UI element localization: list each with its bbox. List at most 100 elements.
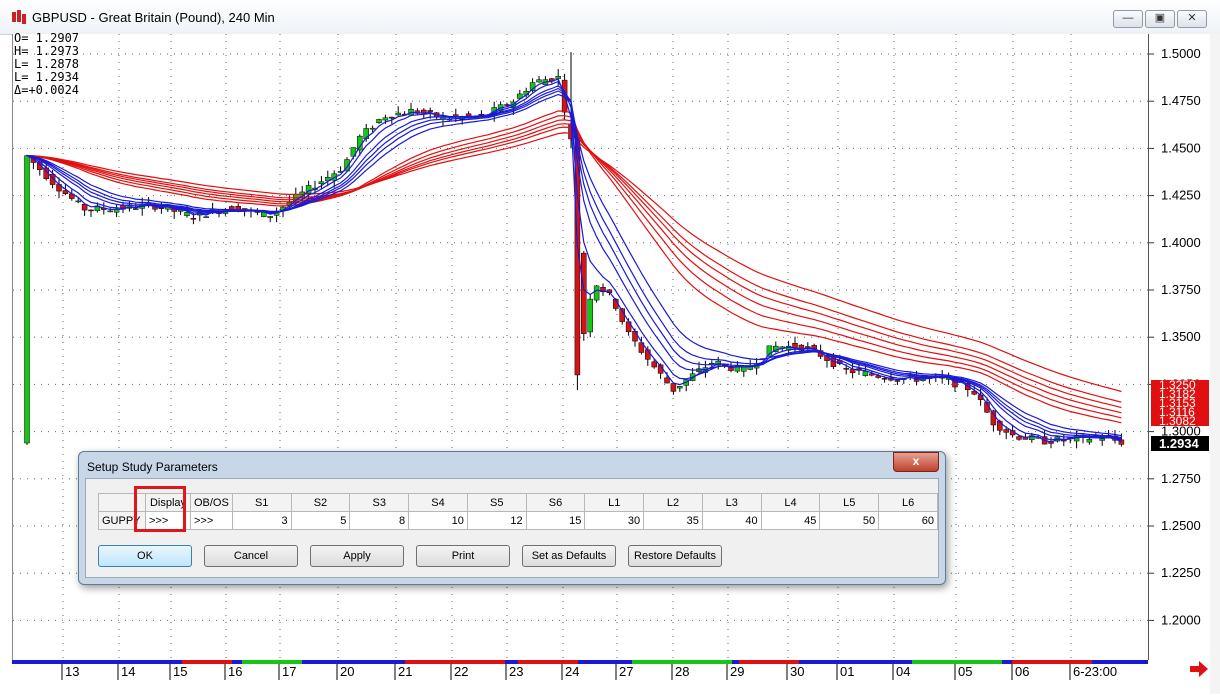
candle-body [1099,438,1105,441]
apply-button[interactable]: Apply [310,545,404,567]
candle-body [881,378,888,380]
time-tick-label: 28 [675,664,689,679]
price-tick-label: 1.2250 [1161,565,1201,580]
s6-cell[interactable]: 15 [525,511,586,530]
price-tick-label: 1.4000 [1161,235,1201,250]
candle-body [267,216,273,218]
time-tick-label: 22 [454,664,468,679]
s4-cell[interactable]: 10 [408,511,468,530]
candle-body [504,104,510,106]
restore-defaults-button[interactable]: Restore Defaults [628,545,722,567]
long-ma-line [26,115,1122,419]
candle-body [766,345,773,357]
l4-cell[interactable]: 45 [760,511,821,530]
s3-cell[interactable]: 8 [349,511,410,530]
price-tick-label: 1.4500 [1161,140,1201,155]
ok-button[interactable]: OK [98,545,192,567]
ma-value-tag-label: 1.3082 [1159,414,1196,428]
setup-study-dialog: Setup Study Parameters x Display OB/OS S… [78,451,946,585]
parameters-row-guppy: GUPPY >>> >>> 3 5 8 10 12 15 30 35 40 45… [98,511,938,530]
window-title: GBPUSD - Great Britain (Pound), 240 Min [32,10,275,25]
time-tick-label: 13 [65,664,79,679]
candle-body [632,330,638,342]
candle-body [593,285,600,301]
ohlc-change: Δ=+0.0024 [14,83,80,97]
price-tick-label: 1.3500 [1161,329,1201,344]
parameters-header-row: Display OB/OS S1 S2 S3 S4 S5 S6 L1 L2 L3… [98,493,938,512]
scroll-right-arrow-icon[interactable] [1188,660,1210,678]
time-axis-band-red [182,660,232,664]
l6-cell[interactable]: 60 [878,511,938,530]
time-tick-label: 14 [121,664,135,679]
print-button[interactable]: Print [416,545,510,567]
candle-body [357,135,363,151]
candle-body [990,410,997,426]
header-s1: S1 [231,493,292,512]
time-tick-label: 23 [509,664,523,679]
time-tick-label: 15 [173,664,187,679]
header-s5: S5 [466,493,527,512]
candle-body [536,79,542,83]
price-tick-label: 1.4250 [1161,188,1201,203]
l1-cell[interactable]: 30 [584,511,645,530]
candle-body [677,386,683,389]
time-tick-label: 6-23:00 [1073,664,1117,679]
time-tick-label: 27 [619,664,633,679]
s2-cell[interactable]: 5 [290,511,351,530]
time-axis-scale: 13 14 15 16 17 20 21 22 23 24 27 28 29 30 01 04 05 06 6-23… [12,646,1148,680]
dialog-title: Setup Study Parameters [87,460,218,474]
header-s3: S3 [349,493,410,512]
close-button[interactable]: ✕ [1177,10,1207,28]
candle-body [664,377,670,384]
s5-cell[interactable]: 12 [466,511,527,530]
candle-body [382,117,389,121]
time-tick-label: 05 [958,664,972,679]
header-l5: L5 [819,493,880,512]
time-tick-label: 17 [282,664,296,679]
candle-body [203,216,209,218]
candle-body [369,127,376,130]
candle-body [894,380,901,382]
candle-body [88,209,94,212]
candle-body [389,116,395,119]
candle-body [184,212,190,216]
candle-body [555,76,561,79]
dialog-close-button[interactable]: x [893,452,939,472]
set-as-defaults-button[interactable]: Set as Defaults [522,545,616,567]
cancel-button[interactable]: Cancel [204,545,298,567]
title-bar: GBPUSD - Great Britain (Pound), 240 Min … [0,0,1220,35]
display-column-highlight [134,486,186,532]
l2-cell[interactable]: 35 [643,511,703,530]
candle-body [107,210,113,213]
header-l3: L3 [701,493,762,512]
obos-cell[interactable]: >>> [189,511,233,530]
s1-cell[interactable]: 3 [231,511,292,530]
candle-body [1016,436,1022,440]
time-axis-band-green [912,660,1002,664]
time-tick-label: 29 [730,664,744,679]
candle-body [1003,429,1009,433]
time-tick-label: 04 [896,664,910,679]
candle-body [1086,439,1093,443]
candle-body [376,119,382,124]
side-scroll-strip[interactable] [1210,34,1220,694]
candle-body [651,361,657,368]
header-l4: L4 [760,493,821,512]
ohlc-readout: O= 1.2907 H= 1.2973 L= 1.2878 L= 1.2934 Δ=+0… [14,32,79,97]
candle-body [24,155,30,444]
l5-cell[interactable]: 50 [819,511,880,530]
price-axis[interactable]: 1.5000 1.4750 1.4500 1.4250 1.4000 1.3750 1.35… [1148,34,1211,660]
restore-button[interactable]: ▣ [1145,10,1175,28]
candle-body [581,252,587,334]
l3-cell[interactable]: 40 [701,511,762,530]
price-tick-label: 1.3750 [1161,282,1201,297]
candle-body [741,366,747,372]
candle-body [427,110,433,112]
time-tick-label: 16 [228,664,242,679]
minimize-button[interactable]: — [1113,10,1143,28]
price-tick-label: 1.5000 [1161,46,1201,61]
time-tick-label: 30 [790,664,804,679]
time-tick-label: 21 [398,664,412,679]
time-tick-label: 20 [340,664,354,679]
time-axis[interactable]: 13 14 15 16 17 20 21 22 23 24 27 28 29 30 01 04 05 06 6-23… [12,646,1148,694]
